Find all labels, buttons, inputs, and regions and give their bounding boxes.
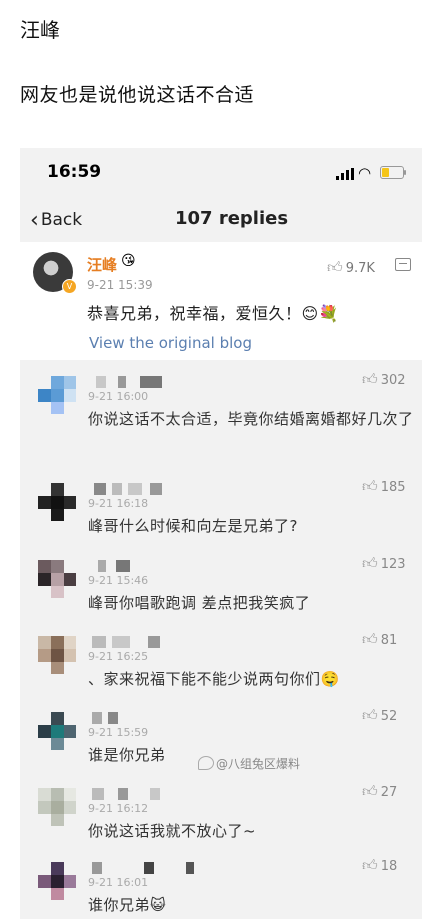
list-item: 9-21 15:46 👍︎ 123 峰哥你唱歌跑调 差点把我笑疯了: [20, 548, 422, 624]
avatar[interactable]: [38, 483, 76, 521]
like-button[interactable]: 👍︎ 81: [362, 630, 397, 649]
signal-icon: [336, 168, 354, 180]
like-button[interactable]: 👍︎ 27: [362, 782, 397, 801]
comment-time: 9-21 16:00: [88, 390, 149, 403]
like-count: 123: [380, 557, 406, 572]
main-comment: V 汪峰 😘 9-21 15:39 👍︎ 9.7K 恭喜兄弟，祝幸福，爱恒久！😊💐…: [20, 242, 422, 360]
comment-text: 峰哥你唱歌跑调 差点把我笑疯了: [88, 594, 311, 612]
comment-time: 9-21 16:01: [88, 876, 149, 889]
comment-time: 9-21 15:39: [87, 278, 153, 292]
like-count: 9.7K: [345, 261, 375, 276]
like-button[interactable]: 👍︎ 18: [362, 856, 397, 875]
thumbs-up-icon: 👍︎: [362, 477, 378, 495]
comment-text: 你说这话我就不放心了~: [88, 822, 257, 840]
list-item: 9-21 16:25 👍︎ 81 、家来祝福下能不能少说两句你们🤤: [20, 624, 422, 700]
embedded-screenshot: 16:59 ◠ ‹ Back 107 replies V 汪峰 😘 9-21 15…: [20, 148, 422, 919]
comment-time: 9-21 15:46: [88, 574, 149, 587]
avatar[interactable]: [38, 560, 76, 598]
list-item: 9-21 16:12 👍︎ 27 你说这话我就不放心了~: [20, 776, 422, 852]
emoji-icon: 😘: [121, 253, 136, 269]
verified-badge-icon: V: [62, 279, 77, 294]
thumbs-up-icon: 👍︎: [362, 782, 378, 800]
comment-time: 9-21 16:25: [88, 650, 149, 663]
post-title: 汪峰: [20, 18, 60, 42]
list-item: 9-21 16:01 👍︎ 18 谁你兄弟😺: [20, 850, 422, 919]
battery-tip: [404, 170, 406, 175]
page-title: 107 replies: [175, 208, 289, 229]
comment-icon[interactable]: [395, 258, 411, 271]
thumbs-up-icon: 👍︎: [362, 370, 378, 388]
thumbs-up-icon: 👍︎: [327, 258, 343, 276]
view-original-link[interactable]: View the original blog: [89, 334, 252, 352]
comment-time: 9-21 16:18: [88, 497, 149, 510]
like-count: 27: [380, 785, 398, 800]
like-count: 185: [380, 480, 406, 495]
watermark-text: @八组兔区爆料: [216, 757, 301, 771]
back-label: Back: [40, 210, 83, 230]
thumbs-up-icon: 👍︎: [362, 856, 378, 874]
wifi-icon: ◠: [358, 164, 372, 182]
chevron-left-icon: ‹: [30, 208, 39, 233]
comment-time: 9-21 15:59: [88, 726, 149, 739]
like-count: 18: [380, 859, 398, 874]
watermark: @八组兔区爆料: [198, 755, 300, 772]
list-item: 9-21 16:18 👍︎ 185 峰哥什么时候和向左是兄弟了?: [20, 471, 422, 547]
comment-text: 、家来祝福下能不能少说两句你们🤤: [88, 670, 340, 688]
like-button[interactable]: 👍︎ 302: [362, 370, 406, 389]
nav-bar: ‹ Back 107 replies: [20, 200, 422, 240]
comment-time: 9-21 16:12: [88, 802, 149, 815]
thumbs-up-icon: 👍︎: [362, 706, 378, 724]
list-item: 9-21 16:00 👍︎ 302 你说这话不太合适，毕竟你结婚离婚都好几次了: [20, 364, 422, 440]
status-bar: 16:59 ◠: [20, 148, 422, 194]
post-text: 网友也是说他说这话不合适: [20, 84, 255, 106]
avatar[interactable]: [38, 712, 76, 750]
avatar[interactable]: [38, 788, 76, 826]
like-button[interactable]: 👍︎ 52: [362, 706, 397, 725]
back-button[interactable]: ‹ Back: [30, 208, 82, 233]
avatar[interactable]: [38, 376, 76, 414]
like-count: 302: [380, 373, 406, 388]
like-button[interactable]: 👍︎ 185: [362, 477, 406, 496]
thumbs-up-icon: 👍︎: [362, 630, 378, 648]
like-button[interactable]: 👍︎ 9.7K: [327, 258, 375, 277]
like-count: 52: [380, 709, 398, 724]
thumbs-up-icon: 👍︎: [362, 554, 378, 572]
status-time: 16:59: [47, 162, 102, 182]
battery-icon: [380, 166, 404, 179]
author-name[interactable]: 汪峰: [87, 254, 117, 275]
avatar[interactable]: [38, 636, 76, 674]
avatar[interactable]: [38, 862, 76, 900]
like-count: 81: [380, 633, 398, 648]
comment-text: 谁你兄弟😺: [88, 896, 167, 914]
comment-text: 恭喜兄弟，祝幸福，爱恒久！😊💐: [87, 304, 340, 323]
comment-text: 你说这话不太合适，毕竟你结婚离婚都好几次了: [88, 410, 414, 428]
like-button[interactable]: 👍︎ 123: [362, 554, 406, 573]
comment-text: 峰哥什么时候和向左是兄弟了?: [88, 517, 298, 535]
weibo-logo-icon: [198, 756, 214, 770]
